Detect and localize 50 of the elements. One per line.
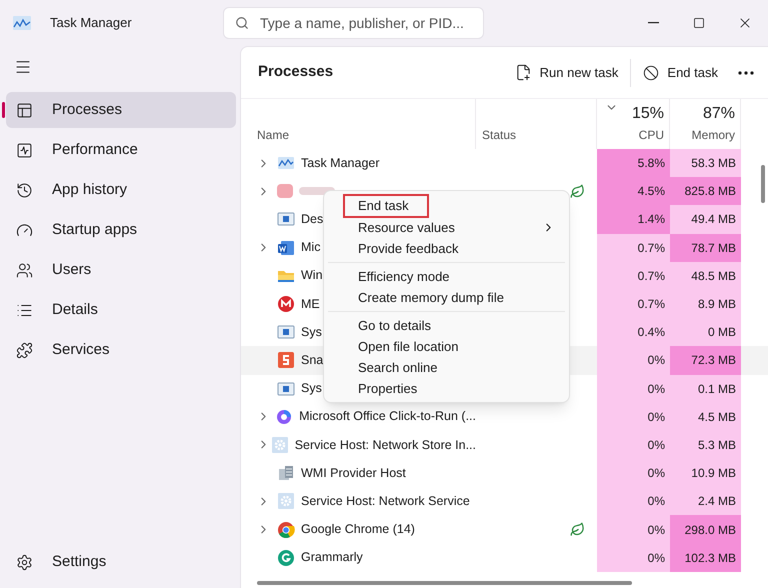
memory-cell: 0.1 MB — [670, 374, 741, 403]
column-total: 87% — [702, 104, 735, 124]
column-total: 15% — [632, 104, 664, 124]
memory-cell: 5.3 MB — [670, 430, 741, 460]
cpu-cell: 0% — [597, 346, 670, 374]
cpu-cell: 1.4% — [597, 205, 670, 234]
memory-cell: 48.5 MB — [670, 262, 741, 290]
memory-cell: 8.9 MB — [670, 290, 741, 318]
process-name: Grammarly — [301, 549, 363, 566]
process-name: Des — [301, 211, 324, 228]
column-label: Memory — [692, 127, 735, 144]
process-name: Sna — [301, 352, 324, 370]
memory-cell: 825.8 MB — [670, 177, 741, 206]
process-name: Service Host: Network Service — [301, 492, 470, 510]
process-name: Win — [301, 267, 323, 284]
page-title: Processes — [258, 62, 334, 82]
memory-cell: 10.9 MB — [670, 459, 741, 488]
memory-cell: 78.7 MB — [670, 234, 741, 262]
cpu-cell: 0.7% — [597, 262, 670, 290]
process-name: ME — [301, 296, 320, 313]
cpu-cell: 0% — [597, 487, 670, 516]
process-name: Task Manager — [301, 154, 380, 172]
memory-cell: 298.0 MB — [670, 515, 741, 544]
cpu-cell: 0% — [597, 544, 670, 572]
process-name: Mic — [301, 239, 320, 256]
cpu-cell: 0% — [597, 515, 670, 544]
process-name: Service Host: Network Store In... — [294, 436, 476, 454]
cpu-cell: 0% — [597, 459, 670, 488]
process-name: Sys — [301, 380, 322, 398]
column-label: CPU — [638, 127, 664, 144]
cpu-cell: 0% — [597, 374, 670, 403]
memory-cell: 4.5 MB — [670, 402, 741, 431]
cpu-cell: 0.7% — [597, 290, 670, 318]
memory-cell: 72.3 MB — [670, 346, 741, 374]
cpu-cell: 0.4% — [597, 318, 670, 346]
process-name: Google Chrome (14) — [301, 521, 415, 538]
memory-cell: 0 MB — [670, 318, 741, 346]
memory-cell: 2.4 MB — [670, 487, 741, 516]
cpu-cell: 0.7% — [597, 234, 670, 262]
cpu-cell: 5.8% — [597, 149, 670, 178]
memory-cell: 49.4 MB — [670, 205, 741, 234]
cpu-cell: 4.5% — [597, 177, 670, 206]
window-title: Task Manager — [50, 14, 133, 32]
process-name: Microsoft Office Click-to-Run (... — [299, 408, 476, 426]
process-name: Sys — [301, 324, 322, 341]
process-name: WMI Provider Host — [301, 464, 406, 482]
memory-cell: 58.3 MB — [670, 149, 741, 178]
cpu-cell: 0% — [597, 402, 670, 431]
cpu-cell: 0% — [597, 430, 670, 460]
memory-cell: 102.3 MB — [670, 544, 741, 572]
